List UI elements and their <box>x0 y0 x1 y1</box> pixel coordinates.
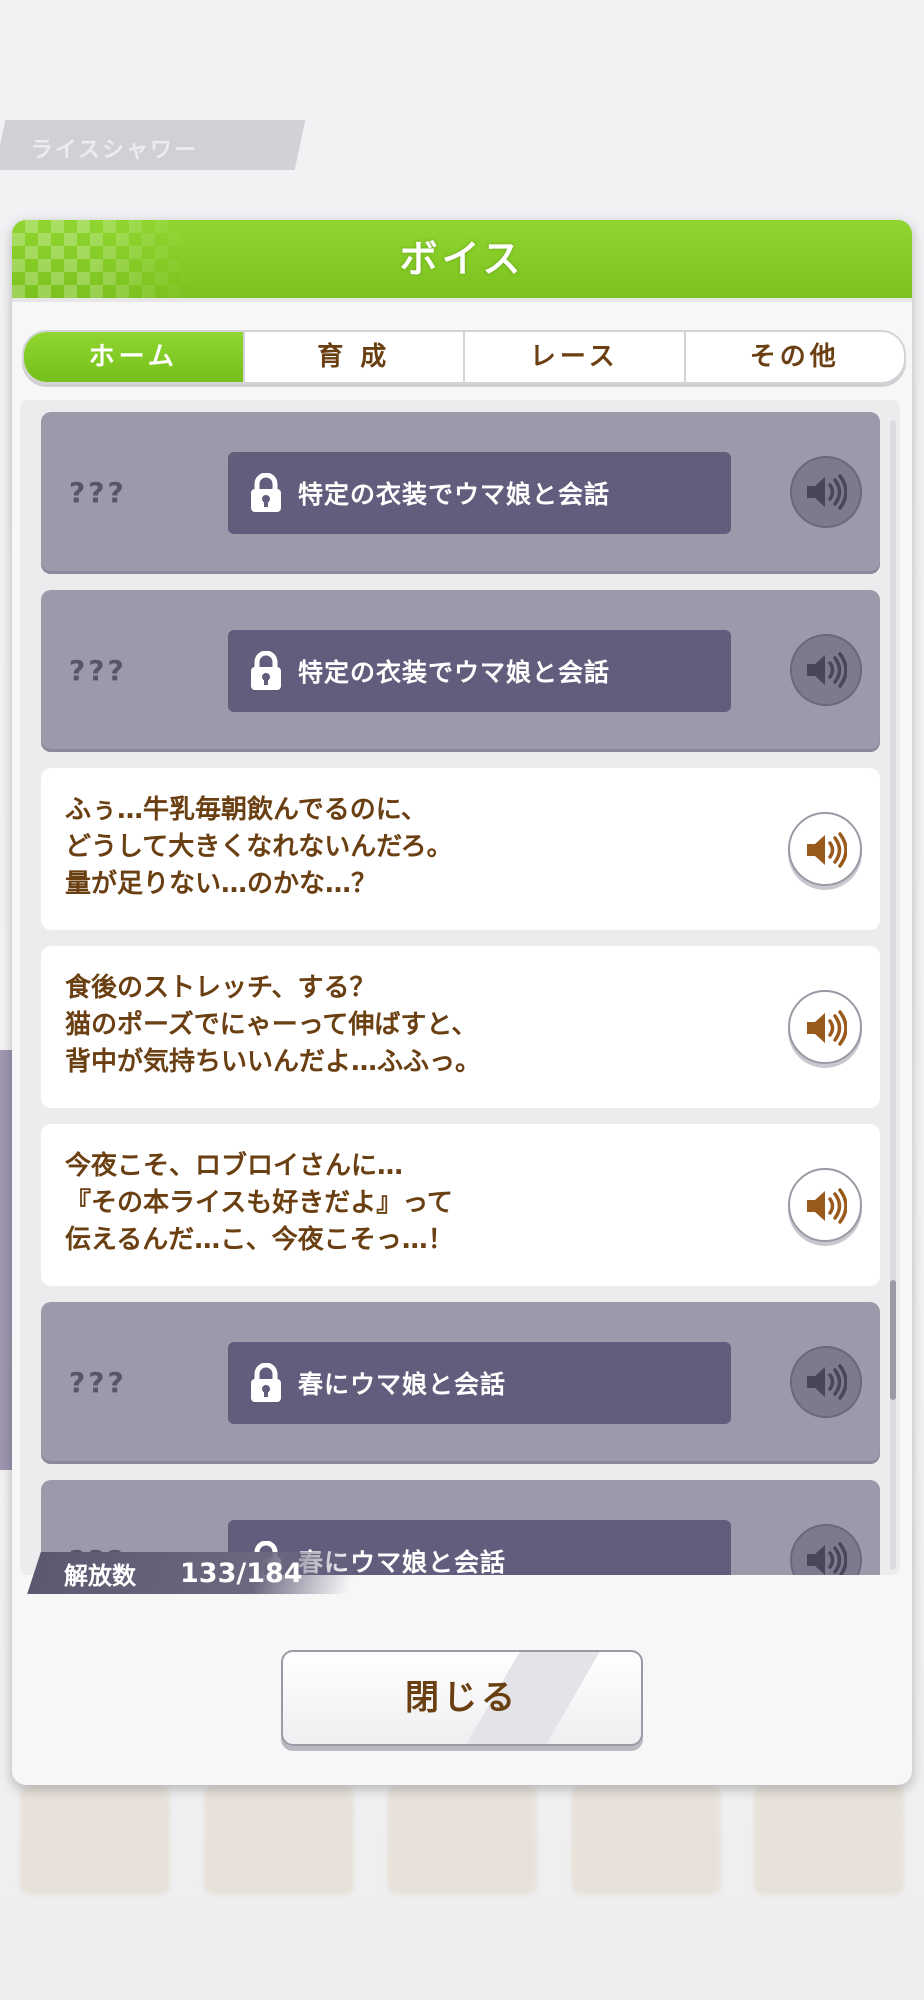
unlock-condition: 特定の衣装でウマ娘と会話 <box>228 630 731 712</box>
background-menu-item <box>754 1785 904 1895</box>
speaker-icon[interactable] <box>788 812 862 886</box>
unlock-condition-text: 春にウマ娘と会話 <box>298 1370 507 1399</box>
unlock-counter-label: 解放数 <box>64 1561 136 1590</box>
unlock-condition-text: 特定の衣装でウマ娘と会話 <box>298 480 611 509</box>
speaker-icon[interactable] <box>790 1346 862 1418</box>
tab-race[interactable]: レース <box>463 332 684 382</box>
background-name-label: ライスシャワー <box>30 138 198 163</box>
speaker-icon[interactable] <box>788 990 862 1064</box>
unlock-condition: 特定の衣装でウマ娘と会話 <box>228 452 731 534</box>
voice-line-text: 今夜こそ、ロブロイさんに… 『その本ライスも好きだよ』って 伝えるんだ…こ、今夜… <box>65 1151 454 1255</box>
tab-training[interactable]: 育 成 <box>242 332 464 382</box>
background-menu-item <box>20 1785 170 1895</box>
voice-item[interactable]: 今夜こそ、ロブロイさんに… 『その本ライスも好きだよ』って 伝えるんだ…こ、今夜… <box>41 1124 880 1286</box>
speaker-icon[interactable] <box>788 1168 862 1242</box>
background-menu-item <box>570 1785 721 1895</box>
speaker-icon[interactable] <box>790 634 862 706</box>
voice-item-locked[interactable]: ??? 特定の衣装でウマ娘と会話 <box>41 590 880 752</box>
tab-bar: ホーム 育 成 レース その他 <box>22 330 906 384</box>
speaker-icon[interactable] <box>790 456 862 528</box>
close-button-label: 閉じる <box>405 1678 519 1718</box>
voice-item-locked[interactable]: ??? 春にウマ娘と会話 <box>41 1302 880 1464</box>
tab-other[interactable]: その他 <box>683 332 905 382</box>
background-name-tag: ライスシャワー <box>0 120 306 170</box>
voice-dialog: ボイス ホーム 育 成 レース その他 ??? 特定の衣装でウマ娘と会話 ??? <box>12 220 912 1785</box>
background-menu <box>20 1785 904 1905</box>
voice-item-locked[interactable]: ??? 特定の衣装でウマ娘と会話 <box>41 412 880 574</box>
unlock-counter-value: 133/184 <box>180 1557 303 1589</box>
scrollbar-thumb[interactable] <box>890 1280 896 1400</box>
background-menu-item <box>203 1785 354 1895</box>
lock-icon <box>248 651 284 691</box>
background-menu-item <box>387 1785 537 1895</box>
speaker-icon[interactable] <box>790 1524 862 1575</box>
lock-icon <box>248 473 284 513</box>
voice-name: ??? <box>69 1366 127 1399</box>
voice-line-text: ふぅ…牛乳毎朝飲んでるのに、 どうして大きくなれないんだろ。 量が足りない…のか… <box>65 795 453 899</box>
unlock-condition-text: 特定の衣装でウマ娘と会話 <box>298 658 611 687</box>
voice-line-text: 食後のストレッチ、する？ 猫のポーズでにゃーって伸ばすと、 背中が気持ちいいんだ… <box>65 973 482 1077</box>
voice-item[interactable]: 食後のストレッチ、する？ 猫のポーズでにゃーって伸ばすと、 背中が気持ちいいんだ… <box>41 946 880 1108</box>
voice-list[interactable]: ??? 特定の衣装でウマ娘と会話 ??? 特定の衣装でウマ娘と会話 ふぅ…牛乳毎… <box>20 400 900 1575</box>
unlock-condition: 春にウマ娘と会話 <box>228 1342 731 1424</box>
dialog-header: ボイス <box>12 220 912 302</box>
unlock-counter: 解放数 133/184 <box>27 1552 361 1594</box>
voice-name: ??? <box>69 476 127 509</box>
lock-icon <box>248 1363 284 1403</box>
voice-item[interactable]: ふぅ…牛乳毎朝飲んでるのに、 どうして大きくなれないんだろ。 量が足りない…のか… <box>41 768 880 930</box>
tab-home[interactable]: ホーム <box>24 332 243 382</box>
voice-name: ??? <box>69 654 127 687</box>
close-button[interactable]: 閉じる <box>281 1650 643 1746</box>
dialog-title: ボイス <box>399 237 525 281</box>
